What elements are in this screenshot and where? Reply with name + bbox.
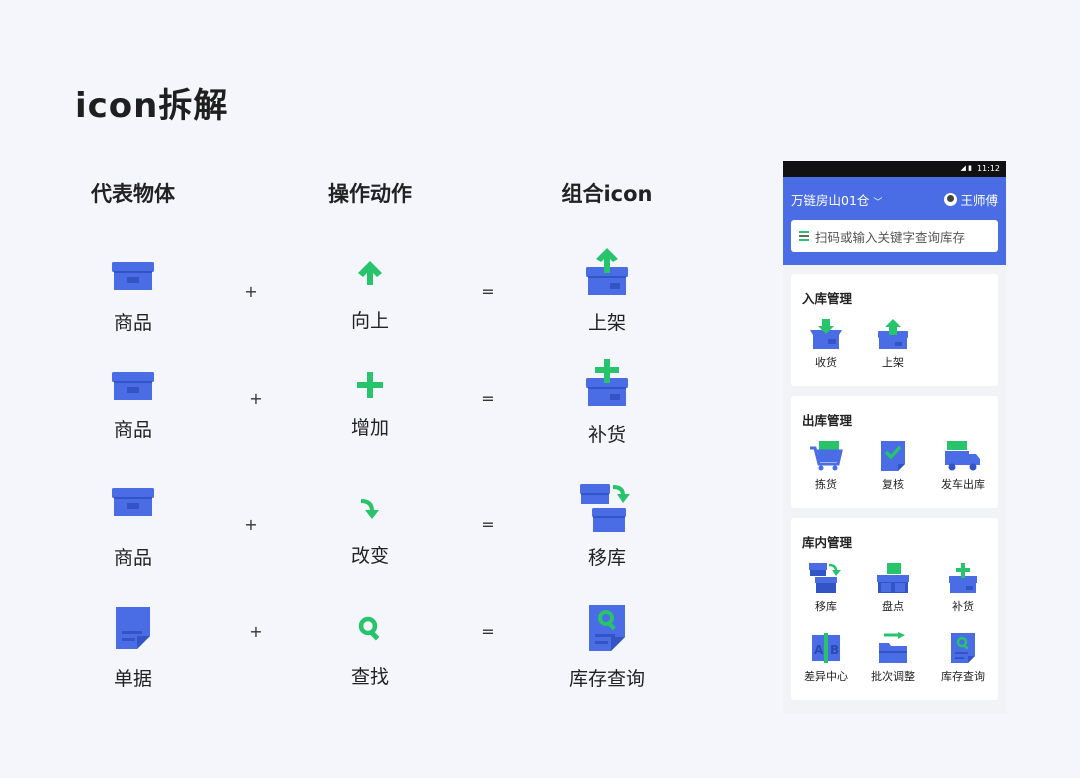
section-title: 库内管理 [802, 535, 853, 550]
box-plus-icon [586, 359, 628, 406]
document-icon [116, 607, 150, 649]
document-search-icon [589, 605, 625, 651]
plus-operator: + [244, 515, 258, 534]
cart-icon [810, 441, 843, 471]
menu-item-receive[interactable]: 收货 [794, 318, 858, 370]
plus-operator: + [249, 389, 263, 408]
user-name: 王师傅 [960, 193, 998, 208]
menu-item-batch-adjust[interactable]: 批次调整 [861, 632, 925, 684]
section-title: 出库管理 [802, 413, 853, 428]
menu-item-label: 补货 [952, 600, 974, 613]
row-4-object-label: 单据 [113, 668, 153, 690]
box-icon [112, 262, 154, 290]
row-3-object-label: 商品 [113, 547, 153, 569]
plus-operator: + [244, 282, 258, 301]
svg-text:A: A [814, 643, 824, 657]
user-profile[interactable]: 王师傅 [944, 190, 998, 209]
discrepancy-icon: A B [812, 633, 840, 663]
equals-operator: = [481, 622, 495, 641]
menu-item-label: 批次调整 [871, 670, 915, 683]
menu-item-review[interactable]: 复核 [861, 440, 925, 492]
section-title: 入库管理 [802, 291, 853, 306]
avatar [944, 193, 958, 206]
plus-icon [357, 372, 383, 398]
scan-icon [799, 231, 809, 241]
menu-item-move[interactable]: 移库 [794, 562, 858, 614]
equals-operator: = [481, 389, 495, 408]
svg-text:B: B [830, 643, 839, 657]
menu-item-label: 库存查询 [941, 670, 985, 683]
chevron-down-icon: ﹀ [873, 198, 883, 208]
stocktake-icon [877, 563, 909, 593]
menu-item-label: 上架 [882, 356, 904, 369]
menu-item-dispatch[interactable]: 发车出库 [931, 440, 995, 492]
magnifier-icon [358, 616, 380, 641]
shelve-icon [878, 319, 908, 349]
column-header-combined: 组合icon [561, 182, 653, 206]
section-outbound: 出库管理 拣货 复核 发车出库 [791, 396, 998, 508]
search-input[interactable]: 扫码或输入关键字查询库存 [791, 220, 998, 252]
truck-icon [945, 441, 980, 471]
row-3-action-label: 改变 [350, 545, 390, 567]
menu-item-label: 发车出库 [941, 478, 985, 491]
row-1-object-label: 商品 [113, 312, 153, 334]
column-header-object: 代表物体 [91, 182, 175, 206]
warehouse-name: 万链房山01仓 [791, 193, 870, 208]
column-header-action: 操作动作 [328, 182, 412, 206]
curved-arrow-icon [360, 499, 379, 519]
box-move-icon [809, 563, 841, 593]
menu-item-label: 收货 [815, 356, 837, 369]
menu-item-label: 盘点 [882, 600, 904, 613]
menu-item-label: 复核 [882, 478, 904, 491]
box-icon [112, 488, 154, 516]
row-4-action-label: 查找 [350, 666, 390, 688]
section-inbound: 入库管理 收货 上架 [791, 274, 998, 386]
menu-item-label: 差异中心 [804, 670, 848, 683]
menu-item-pick[interactable]: 拣货 [794, 440, 858, 492]
status-time: 11:12 [976, 164, 1000, 173]
row-2-action-label: 增加 [350, 417, 390, 439]
menu-item-discrepancy[interactable]: A B 差异中心 [794, 632, 858, 684]
box-icon [112, 372, 154, 400]
menu-item-shelve[interactable]: 上架 [861, 318, 925, 370]
row-1-action-label: 向上 [350, 310, 390, 332]
receive-icon [810, 319, 842, 349]
check-document-icon [881, 441, 905, 471]
menu-item-stock-query[interactable]: 库存查询 [931, 632, 995, 684]
box-arrow-up-icon [586, 248, 628, 295]
status-bar: ◢ ▮ 11:12 [783, 161, 1006, 177]
row-2-object-label: 商品 [113, 419, 153, 441]
app-header: 万链房山01仓 ﹀ 王师傅 扫码或输入关键字查询库存 [783, 177, 1006, 265]
menu-item-stocktake[interactable]: 盘点 [861, 562, 925, 614]
box-move-icon [580, 484, 630, 532]
arrow-up-icon [358, 261, 382, 285]
document-search-icon [951, 633, 975, 663]
row-3-result-label: 移库 [587, 547, 627, 569]
signal-icon: ◢ ▮ [960, 164, 972, 172]
plus-operator: + [249, 622, 263, 641]
row-2-result-label: 补货 [587, 424, 627, 446]
row-1-result-label: 上架 [587, 312, 627, 334]
menu-item-label: 拣货 [815, 478, 837, 491]
folder-arrow-icon [879, 632, 907, 663]
search-placeholder: 扫码或输入关键字查询库存 [815, 229, 966, 245]
menu-item-label: 移库 [815, 600, 837, 613]
menu-item-replenish[interactable]: 补货 [931, 562, 995, 614]
equals-operator: = [481, 282, 495, 301]
warehouse-selector[interactable]: 万链房山01仓 ﹀ [791, 190, 882, 209]
page-title: icon拆解 [75, 86, 229, 126]
row-4-result-label: 库存查询 [568, 668, 646, 690]
section-inventory: 库内管理 移库 盘点 补货 A B 差异中心 批次调整 库存查询 [791, 518, 998, 700]
box-plus-icon [949, 563, 977, 593]
phone-mockup: ◢ ▮ 11:12 万链房山01仓 ﹀ 王师傅 扫码或输入关键字查询库存 入库管… [783, 161, 1006, 713]
equals-operator: = [481, 515, 495, 534]
